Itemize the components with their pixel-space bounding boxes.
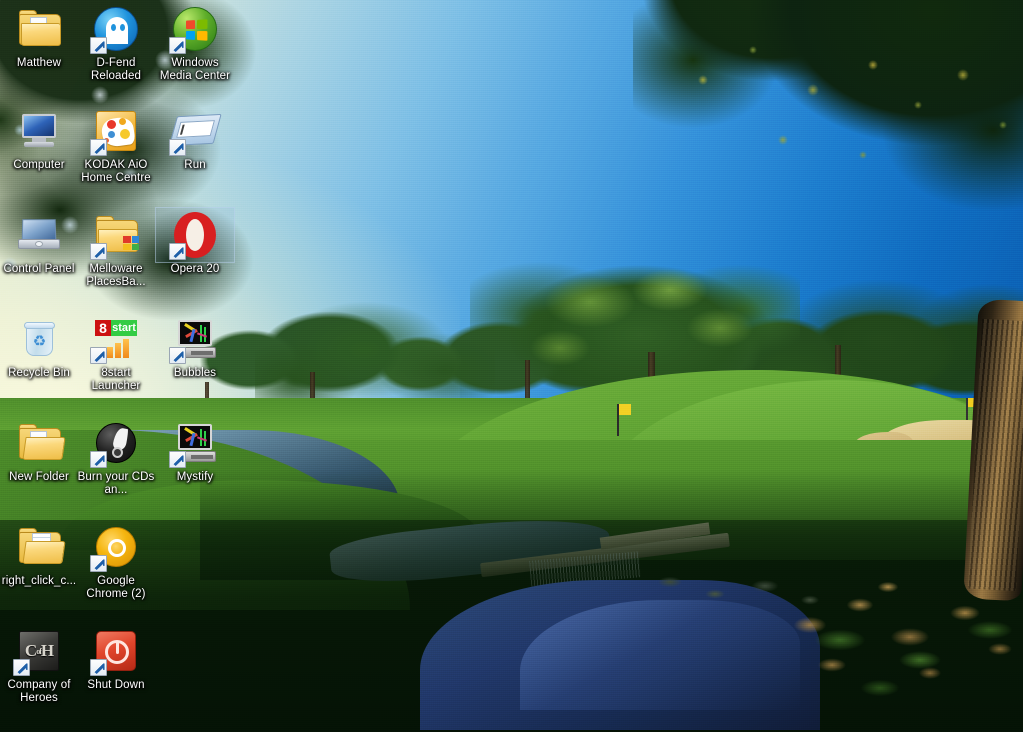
shortcut-arrow-icon — [169, 37, 186, 54]
icon-label-recyclebin: Recycle Bin — [8, 367, 70, 379]
icon-image-controlpanel[interactable] — [0, 208, 78, 262]
desktop-icon-newfolder[interactable]: New Folder — [0, 416, 78, 484]
shortcut-arrow-icon — [169, 451, 186, 468]
icon-image-kodak[interactable] — [77, 104, 155, 158]
desktop-icon-melloware[interactable]: Melloware PlacesBa... — [77, 208, 155, 289]
desktop-icon-computer[interactable]: Computer — [0, 104, 78, 172]
icon-label-opera: Opera 20 — [170, 263, 220, 275]
folder-icon — [19, 10, 61, 46]
control-panel-icon — [18, 219, 60, 251]
icon-label-burncds: Burn your CDs an... — [77, 471, 155, 496]
icon-label-newfolder: New Folder — [9, 471, 69, 483]
icon-image-newfolder[interactable] — [0, 416, 78, 470]
desktop-icon-grid: Matthew D-Fend Reloaded Windows Media Ce… — [0, 0, 1023, 732]
desktop-icon-shutdown[interactable]: Shut Down — [77, 624, 155, 692]
icon-image-melloware[interactable] — [77, 208, 155, 262]
icon-label-rightclick: right_click_c... — [1, 575, 77, 587]
icon-image-burncds[interactable] — [77, 416, 155, 470]
desktop-icon-matthew[interactable]: Matthew — [0, 2, 78, 70]
icon-label-kodak: KODAK AiO Home Centre — [81, 159, 151, 184]
desktop-icon-run[interactable]: Run — [156, 104, 234, 172]
icon-label-companyofheroes: Company of Heroes — [7, 679, 71, 704]
icon-image-mystify[interactable] — [156, 416, 234, 470]
shortcut-arrow-icon — [90, 139, 107, 156]
icon-image-opera[interactable] — [155, 207, 235, 263]
icon-label-8start: 8start Launcher — [91, 367, 141, 392]
icon-image-run[interactable] — [156, 104, 234, 158]
icon-image-matthew[interactable] — [0, 2, 78, 56]
desktop-icon-kodak[interactable]: KODAK AiO Home Centre — [77, 104, 155, 185]
desktop[interactable]: Matthew D-Fend Reloaded Windows Media Ce… — [0, 0, 1023, 732]
icon-label-shutdown: Shut Down — [87, 679, 145, 691]
icon-label-bubbles: Bubbles — [173, 367, 217, 379]
icon-label-wmc: Windows Media Center — [159, 57, 231, 82]
desktop-icon-dfend[interactable]: D-Fend Reloaded — [77, 2, 155, 83]
icon-image-wmc[interactable] — [156, 2, 234, 56]
icon-image-shutdown[interactable] — [77, 624, 155, 678]
desktop-icon-opera[interactable]: Opera 20 — [155, 207, 235, 276]
desktop-icon-chrome[interactable]: Google Chrome (2) — [77, 520, 155, 601]
shortcut-arrow-icon — [90, 243, 107, 260]
icon-label-mystify: Mystify — [176, 471, 214, 483]
coh-h: H — [40, 641, 54, 660]
desktop-icon-bubbles[interactable]: Bubbles — [156, 312, 234, 380]
shortcut-arrow-icon — [90, 555, 107, 572]
8start-digit: 8 — [95, 320, 111, 336]
shortcut-arrow-icon — [90, 37, 107, 54]
recycle-bin-icon: ♻ — [24, 322, 55, 356]
icon-image-recyclebin[interactable]: ♻ — [0, 312, 78, 366]
shortcut-arrow-icon — [169, 347, 186, 364]
desktop-icon-companyofheroes[interactable]: Cof H Company of Heroes — [0, 624, 78, 705]
desktop-icon-wmc[interactable]: Windows Media Center — [156, 2, 234, 83]
icon-label-dfend: D-Fend Reloaded — [90, 57, 142, 82]
icon-image-computer[interactable] — [0, 104, 78, 158]
desktop-icon-burncds[interactable]: Burn your CDs an... — [77, 416, 155, 497]
shortcut-arrow-icon — [169, 243, 186, 260]
icon-image-8start[interactable]: 8 start — [77, 312, 155, 366]
shortcut-arrow-icon — [90, 451, 107, 468]
icon-image-dfend[interactable] — [77, 2, 155, 56]
folder-open-icon — [19, 424, 66, 460]
icon-image-bubbles[interactable] — [156, 312, 234, 366]
icon-image-chrome[interactable] — [77, 520, 155, 574]
icon-label-melloware: Melloware PlacesBa... — [86, 263, 146, 288]
8start-word: start — [111, 320, 137, 336]
icon-image-companyofheroes[interactable]: Cof H — [0, 624, 78, 678]
folder-documents-icon — [19, 528, 66, 564]
desktop-icon-rightclick[interactable]: right_click_c... — [0, 520, 78, 588]
computer-icon — [18, 114, 60, 148]
icon-label-run: Run — [184, 159, 206, 171]
shortcut-arrow-icon — [90, 659, 107, 676]
desktop-icon-8start[interactable]: 8 start 8start Launcher — [77, 312, 155, 393]
coh-c: C — [24, 641, 37, 660]
icon-label-controlpanel: Control Panel — [3, 263, 75, 275]
icon-label-matthew: Matthew — [16, 57, 62, 69]
shortcut-arrow-icon — [90, 347, 107, 364]
icon-image-rightclick[interactable] — [0, 520, 78, 574]
icon-label-chrome: Google Chrome (2) — [86, 575, 146, 600]
desktop-icon-controlpanel[interactable]: Control Panel — [0, 208, 78, 276]
icon-label-computer: Computer — [13, 159, 65, 171]
desktop-icon-recyclebin[interactable]: ♻ Recycle Bin — [0, 312, 78, 380]
desktop-icon-mystify[interactable]: Mystify — [156, 416, 234, 484]
shortcut-arrow-icon — [169, 139, 186, 156]
shortcut-arrow-icon — [13, 659, 30, 676]
